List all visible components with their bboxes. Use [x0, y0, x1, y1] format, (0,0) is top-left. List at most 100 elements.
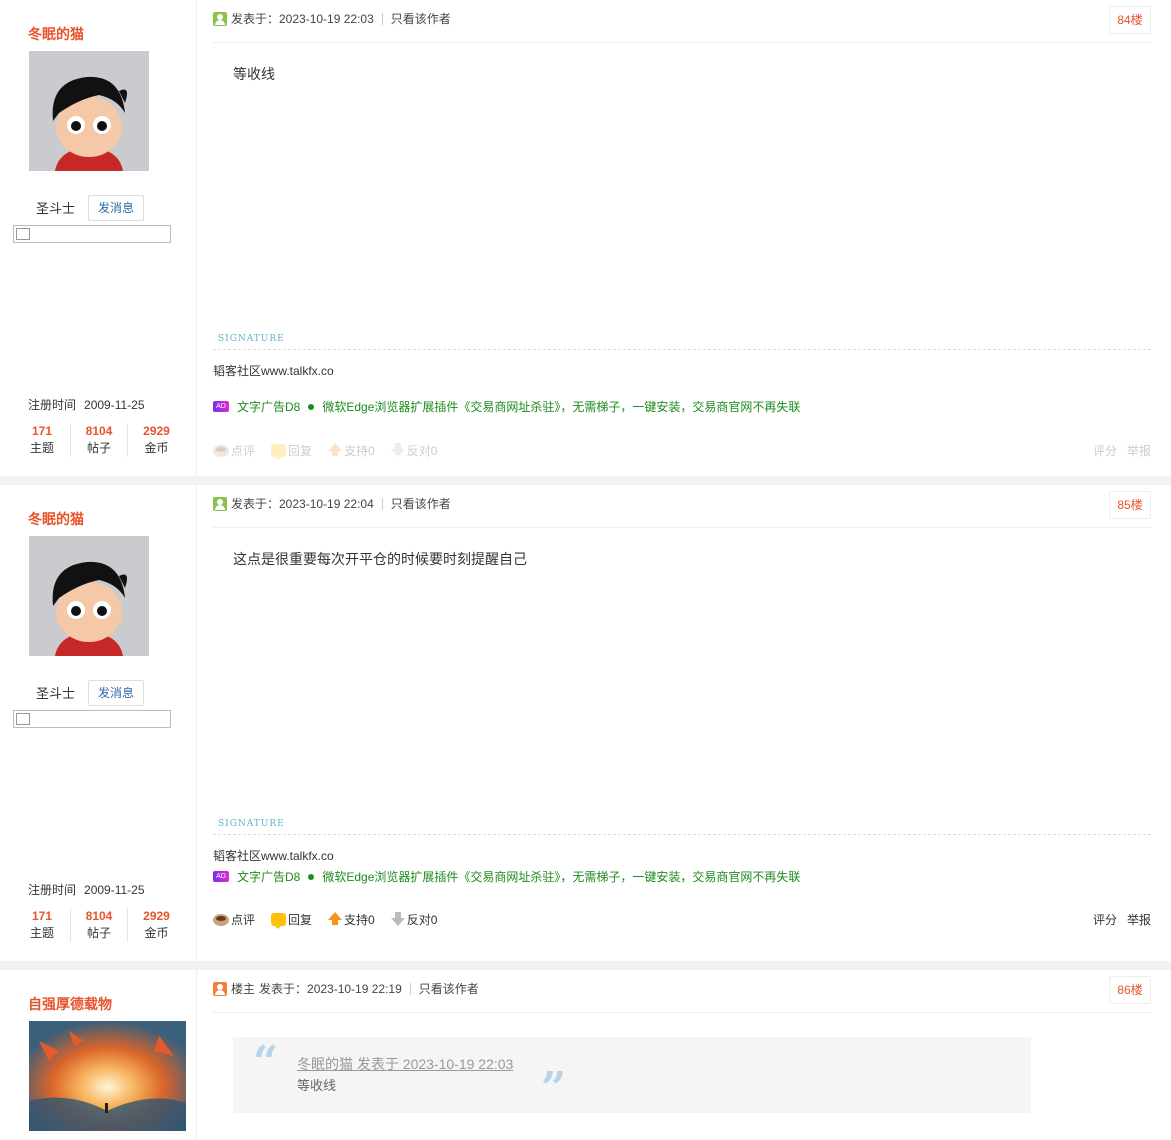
reply-label: 回复 [288, 912, 313, 927]
author-only-link[interactable]: 只看该作者 [419, 981, 479, 997]
post-tools: 评分 举报 [1093, 442, 1151, 459]
reg-date: 2009-11-25 [84, 398, 145, 412]
quote-source-link[interactable]: 冬眠的猫 发表于 2023-10-19 22:03 [297, 1054, 513, 1074]
user-stats: 171 主题 8104 帖子 2929 金币 [14, 423, 186, 457]
signature-divider [213, 349, 1151, 350]
floor-number[interactable]: 84楼 [1109, 6, 1151, 34]
user-rank: 圣斗士 [36, 686, 76, 701]
stat-label: 金币 [144, 441, 169, 455]
medal-image [13, 225, 171, 243]
support-label: 支持0 [344, 912, 375, 927]
ad-title[interactable]: 文字广告D8 [237, 868, 300, 885]
author-sidebar: 冬眠的猫 圣斗士 发消息 注册时间 2009-11-25 171 主题 8104… [0, 485, 197, 961]
signature-divider [213, 834, 1151, 835]
quote-text: 等收线 [297, 1078, 337, 1093]
post-content: 等收线 [233, 66, 275, 82]
avatar[interactable] [29, 51, 149, 171]
ad-text[interactable]: 微软Edge浏览器扩展插件《交易商网址杀驻》，无需梯子，一键安装，交易商官网不再… [322, 868, 800, 885]
user-icon [213, 982, 227, 996]
stat-coins[interactable]: 2929 金币 [128, 908, 185, 942]
arrow-up-icon [328, 443, 343, 456]
post-85: 冬眠的猫 圣斗士 发消息 注册时间 2009-11-25 171 主题 8104… [0, 485, 1171, 961]
broken-image-icon [16, 228, 30, 240]
broken-image-icon [16, 713, 30, 725]
arrow-down-icon [390, 443, 405, 457]
text-ad[interactable]: AD 文字广告D8 微软Edge浏览器扩展插件《交易商网址杀驻》，无需梯子，一键… [213, 868, 800, 885]
user-icon [213, 497, 227, 511]
avatar[interactable] [29, 1021, 186, 1131]
send-message-button[interactable]: 发消息 [88, 680, 144, 706]
oppose-button[interactable]: 反对0 [390, 911, 437, 928]
post-header: 发表于：2023-10-19 22:04 只看该作者 85楼 [213, 491, 1151, 528]
post-tools: 评分 举报 [1093, 911, 1151, 928]
support-button[interactable]: 支持0 [328, 442, 375, 459]
reg-label: 注册时间 [28, 883, 77, 897]
stat-value: 171 [31, 909, 53, 923]
stat-coins[interactable]: 2929 金币 [128, 423, 185, 457]
registration-time: 注册时间 2009-11-25 [28, 881, 145, 898]
floor-number[interactable]: 85楼 [1109, 491, 1151, 519]
text-ad[interactable]: AD 文字广告D8 微软Edge浏览器扩展插件《交易商网址杀驻》，无需梯子，一键… [213, 398, 800, 415]
divider [381, 498, 383, 510]
send-message-button[interactable]: 发消息 [88, 195, 144, 221]
arrow-up-icon [328, 912, 343, 925]
post-84: 冬眠的猫 圣斗士 发消息 注册时间 2009-11-25 171 主题 8104… [0, 0, 1171, 476]
rate-button[interactable]: 评分 [1093, 911, 1117, 928]
stat-value: 8104 [85, 909, 113, 923]
comment-button[interactable]: 点评 [213, 442, 255, 459]
avatar[interactable] [29, 536, 149, 656]
post-separator [0, 961, 1171, 970]
post-time: 发表于：2023-10-19 22:04 [231, 497, 374, 511]
ad-title[interactable]: 文字广告D8 [237, 398, 300, 415]
post-actions: 点评 回复 支持0 反对0 评分 举报 [213, 440, 1151, 460]
post-86: 自强厚德载物 楼主 发表于：2023-10-19 22:19 只看该作者 86楼… [0, 970, 1171, 1140]
reply-icon [271, 443, 287, 460]
stat-topics[interactable]: 171 主题 [14, 908, 71, 942]
post-header: 楼主 发表于：2023-10-19 22:19 只看该作者 86楼 [213, 976, 1151, 1013]
stat-value: 8104 [85, 424, 113, 438]
stat-label: 金币 [144, 926, 169, 940]
quote-open-icon: “ [253, 1037, 279, 1088]
dot-icon [308, 873, 315, 880]
thread-owner-tag: 楼主 [231, 982, 256, 996]
arrow-down-icon [390, 912, 405, 926]
ad-icon: AD [213, 401, 229, 412]
rate-button[interactable]: 评分 [1093, 442, 1117, 459]
report-button[interactable]: 举报 [1127, 442, 1151, 459]
author-only-link[interactable]: 只看该作者 [391, 11, 451, 27]
author-sidebar: 自强厚德载物 [0, 970, 197, 1140]
comment-label: 点评 [231, 912, 256, 927]
stat-posts[interactable]: 8104 帖子 [71, 908, 128, 942]
user-stats: 171 主题 8104 帖子 2929 金币 [14, 908, 186, 942]
floor-number[interactable]: 86楼 [1109, 976, 1151, 1004]
post-body: 发表于：2023-10-19 22:03 只看该作者 84楼 等收线 SIGNA… [197, 0, 1171, 476]
thread-posts: 冬眠的猫 圣斗士 发消息 注册时间 2009-11-25 171 主题 8104… [0, 0, 1171, 1140]
author-name[interactable]: 自强厚德载物 [28, 994, 112, 1014]
stat-label: 帖子 [86, 926, 111, 940]
post-body: 楼主 发表于：2023-10-19 22:19 只看该作者 86楼 “ 冬眠的猫… [197, 970, 1171, 1140]
author-name[interactable]: 冬眠的猫 [28, 24, 84, 44]
author-name[interactable]: 冬眠的猫 [28, 509, 84, 529]
author-only-link[interactable]: 只看该作者 [391, 496, 451, 512]
stat-posts[interactable]: 8104 帖子 [71, 423, 128, 457]
post-header: 发表于：2023-10-19 22:03 只看该作者 84楼 [213, 6, 1151, 43]
post-body: 发表于：2023-10-19 22:04 只看该作者 85楼 这点是很重要每次开… [197, 485, 1171, 961]
quote-close-icon: ” [541, 1063, 567, 1114]
reply-button[interactable]: 回复 [271, 911, 313, 929]
signature-label: SIGNATURE [218, 819, 285, 829]
dot-icon [308, 403, 315, 410]
post-separator [0, 476, 1171, 485]
ad-text[interactable]: 微软Edge浏览器扩展插件《交易商网址杀驻》，无需梯子，一键安装，交易商官网不再… [322, 398, 800, 415]
reply-button[interactable]: 回复 [271, 442, 312, 460]
user-icon [213, 12, 227, 26]
stat-value: 171 [31, 424, 53, 438]
stat-topics[interactable]: 171 主题 [14, 423, 71, 457]
oppose-button[interactable]: 反对0 [390, 442, 437, 459]
support-label: 支持0 [344, 443, 375, 458]
support-button[interactable]: 支持0 [328, 911, 375, 928]
comment-icon [213, 445, 229, 457]
stat-label: 主题 [29, 441, 54, 455]
report-button[interactable]: 举报 [1127, 911, 1151, 928]
comment-button[interactable]: 点评 [213, 911, 255, 928]
registration-time: 注册时间 2009-11-25 [28, 396, 145, 413]
